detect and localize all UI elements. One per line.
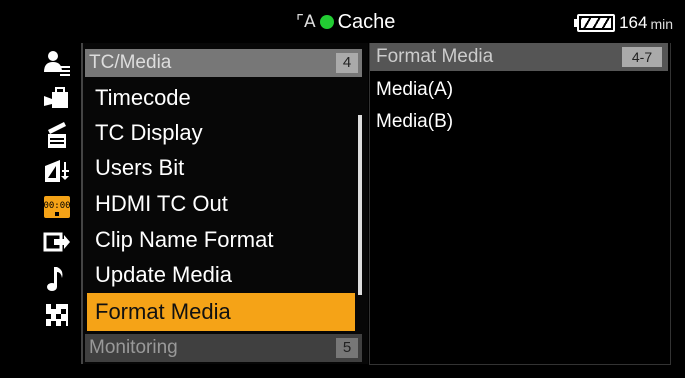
rec-indicator-icon [319,15,334,29]
category-output[interactable] [35,225,78,261]
battery-remaining: 164 [619,13,648,32]
menu-scrollbar[interactable] [358,115,362,295]
menu-item-format-media[interactable]: Format Media [87,293,355,331]
relay-icon: ⌜A [296,12,316,32]
tc-media-icon: 00:00 [43,196,70,218]
section-title: TC/Media [89,52,172,73]
user-menu-icon [43,51,70,76]
menu-item-users-bit[interactable]: Users Bit [87,151,355,185]
option-media-a[interactable]: Media(A) [376,79,453,101]
output-icon [43,232,70,252]
cache-label: Cache [337,10,396,33]
status-bar: ⌜A Cache 164 min [0,0,685,42]
detail-panel: Format Media 4-7 Media(A) Media(B) [369,43,671,365]
next-section-title: Monitoring [89,337,178,358]
next-section-number: 5 [336,338,358,358]
audio-note-icon [46,267,62,291]
detail-range: 4-7 [622,47,662,67]
section-number: 4 [336,53,358,73]
category-tc-media[interactable]: 00:00 [35,189,78,225]
menu-item-update-media[interactable]: Update Media [87,258,355,292]
category-exposure[interactable] [35,153,78,189]
menu-panel: TC/Media 4 Timecode TC Display Users Bit… [81,43,368,364]
battery-icon [574,14,616,32]
battery-unit: min [650,16,673,32]
category-sidebar: 00:00 [35,43,78,361]
menu-item-hdmi-tc-out[interactable]: HDMI TC Out [87,187,355,221]
camera-menu-screen: ⌜A Cache 164 min 00:00 TC/Media 4 Timeco… [0,0,685,378]
menu-item-clip-name-format[interactable]: Clip Name Format [87,223,355,257]
clapperboard-icon [47,122,66,148]
camera-icon [43,87,68,108]
svg-text:00:00: 00:00 [43,201,70,211]
section-header-tc-media[interactable]: TC/Media 4 [85,49,362,77]
category-setup[interactable] [35,297,78,333]
category-audio[interactable] [35,261,78,297]
option-media-b[interactable]: Media(B) [376,111,453,133]
category-user-menu[interactable] [35,45,78,81]
category-camera[interactable] [35,81,78,117]
category-paint[interactable] [35,117,78,153]
menu-item-tc-display[interactable]: TC Display [87,116,355,150]
detail-header: Format Media 4-7 [370,43,668,71]
setup-grid-icon [45,304,68,326]
exposure-icon [44,160,69,182]
menu-item-timecode[interactable]: Timecode [87,81,355,115]
cache-status: ⌜A Cache [296,9,395,35]
battery-status: 164 min [574,11,673,35]
section-header-monitoring[interactable]: Monitoring 5 [85,334,362,362]
detail-title: Format Media [376,46,494,67]
